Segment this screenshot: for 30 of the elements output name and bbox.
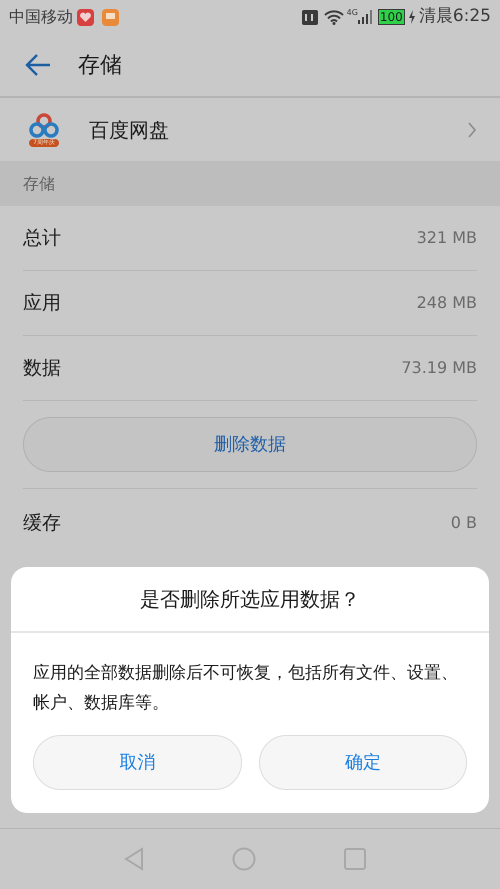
clear-data-button[interactable]: 删除数据 [23, 417, 477, 472]
app-notification-icon [77, 8, 94, 26]
network-type: 4G [346, 7, 358, 19]
charging-icon [408, 10, 416, 24]
home-nav-icon[interactable] [232, 847, 256, 871]
back-nav-icon[interactable] [124, 847, 144, 871]
wifi-icon [324, 10, 344, 24]
row-value: 0 B [450, 512, 477, 534]
dialog-button[interactable]: 取消 [33, 735, 242, 790]
row-value: 248 MB [416, 292, 477, 314]
row-value: 321 MB [416, 227, 477, 249]
page-title: 存储 [78, 52, 122, 80]
battery-level: 100 [378, 9, 405, 25]
recents-nav-icon[interactable] [344, 848, 366, 870]
back-arrow-icon[interactable] [24, 53, 52, 77]
row-value: 73.19 MB [401, 357, 477, 379]
row-label: 应用 [23, 290, 62, 316]
dialog-button[interactable]: 确定 [258, 735, 467, 790]
section-header: 存储 [0, 161, 500, 206]
row-label: 数据 [23, 356, 62, 381]
chevron-right-icon[interactable] [467, 122, 477, 138]
row-label: 总计 [23, 226, 62, 251]
clock: 清晨6:25 [418, 5, 491, 28]
app-name: 百度网盘 [89, 116, 170, 144]
app-notification-icon [102, 8, 119, 26]
signal-icon [358, 10, 372, 24]
row-label: 缓存 [23, 510, 62, 536]
dialog-message: 应用的全部数据删除后不可恢复，包括所有文件、设置、帐户、数据库等。 [32, 662, 459, 715]
dialog-title: 是否删除所选应用数据？ [140, 586, 360, 613]
carrier-name: 中国移动 [9, 6, 73, 28]
